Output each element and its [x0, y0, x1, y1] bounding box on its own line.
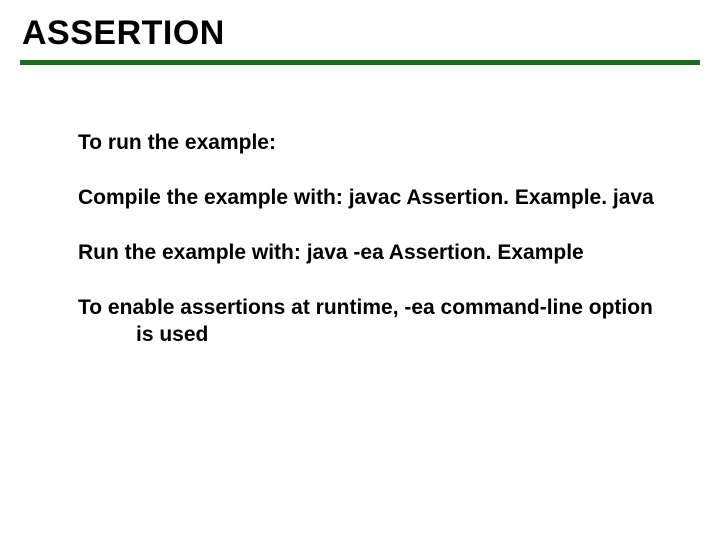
- slide-body: To run the example: Compile the example …: [78, 130, 658, 376]
- slide-title: ASSERTION: [22, 14, 225, 53]
- paragraph-run: Run the example with: java -ea Assertion…: [78, 240, 658, 267]
- slide: ASSERTION To run the example: Compile th…: [0, 0, 720, 540]
- paragraph-intro: To run the example:: [78, 130, 658, 157]
- paragraph-enable: To enable assertions at runtime, -ea com…: [78, 295, 658, 349]
- title-underline: [20, 60, 700, 65]
- paragraph-compile: Compile the example with: javac Assertio…: [78, 185, 658, 212]
